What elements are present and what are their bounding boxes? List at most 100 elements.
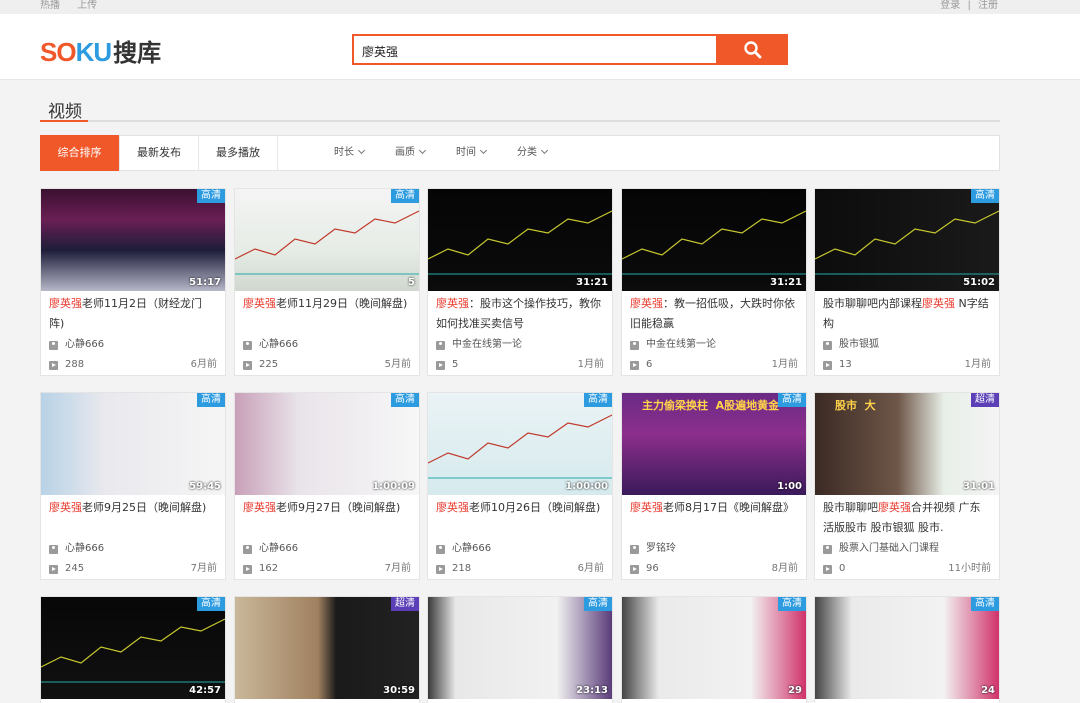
title-highlight: 廖英强 (630, 501, 663, 514)
uploader-name[interactable]: 心静666 (259, 539, 298, 559)
video-title[interactable]: 廖英强老师9月25日（晚间解盘) (41, 495, 225, 539)
video-card[interactable]: 主力偷梁换柱 A股遍地黄金 高清 1:00 廖英强老师8月17日《晚间解盘》 罗铭玲 96… (621, 392, 807, 580)
uploader-name[interactable]: 心静666 (259, 335, 298, 355)
quality-badge: 高清 (391, 189, 419, 203)
video-thumbnail[interactable]: 主力偷梁换柱 A股遍地黄金 高清 1:00 (622, 393, 806, 495)
play-count: 245 (65, 563, 85, 574)
logo-ku: KU (75, 37, 113, 67)
video-card[interactable]: 31:21 廖英强：教一招低吸，大跌时你依旧能稳赢 中金在线第一论 6 1月前 (621, 188, 807, 376)
video-title[interactable]: 廖英强：教一招低吸，大跌时你依旧能稳赢 (622, 291, 806, 335)
video-card[interactable]: 高清 24 (814, 596, 1000, 703)
title-prefix: 股市聊聊吧 (823, 501, 878, 514)
video-thumbnail[interactable]: 高清 1:00:09 (235, 393, 419, 495)
stats-row: 13 1月前 (815, 355, 999, 375)
video-thumbnail[interactable]: 高清 29 (622, 597, 806, 699)
section-divider (40, 120, 1000, 122)
play-count: 96 (646, 563, 659, 574)
uploader-name[interactable]: 股市银狐 (839, 335, 879, 355)
video-card[interactable]: 高清 23:13 (427, 596, 613, 703)
filter-time-label: 时间 (456, 147, 476, 158)
video-thumbnail[interactable]: 31:21 (428, 189, 612, 291)
uploader-name[interactable]: 心静666 (65, 539, 104, 559)
upload-time: 1月前 (577, 359, 604, 370)
video-thumbnail[interactable]: 高清 51:02 (815, 189, 999, 291)
video-thumbnail[interactable]: 31:21 (622, 189, 806, 291)
video-card[interactable]: 31:21 廖英强：股市这个操作技巧，教你如何找准买卖信号 中金在线第一论 5 1月前 (427, 188, 613, 376)
uploader-row: 心静666 (41, 335, 225, 355)
duration-label: 1:00:09 (372, 481, 415, 492)
sort-comprehensive[interactable]: 综合排序 (40, 135, 120, 171)
quality-badge: 高清 (971, 189, 999, 203)
play-count: 218 (452, 563, 472, 574)
sort-latest[interactable]: 最新发布 (120, 135, 199, 171)
uploader-row: 中金在线第一论 (428, 335, 612, 355)
uploader-name[interactable]: 心静666 (452, 539, 491, 559)
play-count-icon (49, 564, 58, 574)
filter-time[interactable]: 时间 (456, 136, 488, 170)
uploader-row: 中金在线第一论 (622, 335, 806, 355)
duration-label: 23:13 (576, 685, 608, 696)
play-count-icon (243, 564, 252, 574)
search-input[interactable]: 廖英强 (352, 34, 718, 65)
video-card[interactable]: 高清 29 (621, 596, 807, 703)
uploader-name[interactable]: 心静666 (65, 335, 104, 355)
video-title[interactable]: 股市聊聊吧廖英强合并视频 广东活版股市 股市银狐 股市. (815, 495, 999, 539)
video-card[interactable]: 超清 30:59 (234, 596, 420, 703)
filter-quality[interactable]: 画质 (395, 136, 427, 170)
uploader-name[interactable]: 罗铭玲 (646, 539, 676, 559)
user-icon (243, 544, 252, 554)
play-count: 162 (259, 563, 279, 574)
video-card[interactable]: 高清 5 廖英强老师11月29日（晚间解盘) 心静666 225 5月前 (234, 188, 420, 376)
video-thumbnail[interactable]: 高清 51:17 (41, 189, 225, 291)
stats-row: 0 11小时前 (815, 559, 999, 579)
video-card[interactable]: 高清 51:02 股市聊聊吧内部课程廖英强 N字结构 股市银狐 13 1月前 (814, 188, 1000, 376)
uploader-name[interactable]: 中金在线第一论 (646, 335, 716, 355)
upload-time: 11小时前 (948, 563, 991, 574)
video-thumbnail[interactable]: 高清 24 (815, 597, 999, 699)
filter-category[interactable]: 分类 (517, 136, 549, 170)
video-thumbnail[interactable]: 高清 5 (235, 189, 419, 291)
video-thumbnail[interactable]: 股市 大 超清 31:01 (815, 393, 999, 495)
filter-duration[interactable]: 时长 (334, 136, 366, 170)
topbar-link-hot[interactable]: 热播 (40, 0, 60, 11)
search-button[interactable] (717, 34, 788, 65)
video-card[interactable]: 股市 大 超清 31:01 股市聊聊吧廖英强合并视频 广东活版股市 股市银狐 股市. 股… (814, 392, 1000, 580)
upload-time: 8月前 (771, 563, 798, 574)
search-icon (743, 40, 761, 58)
stats-row: 162 7月前 (235, 559, 419, 579)
video-card[interactable]: 高清 42:57 (40, 596, 226, 703)
uploader-name[interactable]: 股票入门基础入门课程 (839, 539, 939, 559)
chart-graphic (622, 210, 806, 275)
filter-quality-label: 画质 (395, 147, 415, 158)
video-card[interactable]: 高清 59:45 廖英强老师9月25日（晚间解盘) 心静666 245 7月前 (40, 392, 226, 580)
video-title[interactable]: 廖英强老师10月26日（晚间解盘) (428, 495, 612, 539)
filter-duration-label: 时长 (334, 147, 354, 158)
video-thumbnail[interactable]: 高清 1:00:00 (428, 393, 612, 495)
video-title[interactable]: 廖英强老师11月2日（财经龙门阵) (41, 291, 225, 335)
video-card[interactable]: 高清 1:00:00 廖英强老师10月26日（晚间解盘) 心静666 218 6月前 (427, 392, 613, 580)
video-thumbnail[interactable]: 高清 59:45 (41, 393, 225, 495)
duration-label: 51:02 (963, 277, 995, 288)
duration-label: 30:59 (383, 685, 415, 696)
login-link[interactable]: 登录 (940, 0, 960, 11)
title-text: 老师9月27日（晚间解盘) (276, 501, 401, 514)
register-link[interactable]: 注册 (978, 0, 998, 11)
play-count: 6 (646, 359, 653, 370)
video-thumbnail[interactable]: 高清 23:13 (428, 597, 612, 699)
video-title[interactable]: 廖英强老师11月29日（晚间解盘) (235, 291, 419, 335)
results-area: 视频 综合排序 最新发布 最多播放 时长 画质 时间 分类 高清 51:17 廖英强… (0, 81, 1080, 703)
soku-logo[interactable]: SOKU搜库 (40, 33, 161, 68)
video-card[interactable]: 高清 1:00:09 廖英强老师9月27日（晚间解盘) 心静666 162 7月前 (234, 392, 420, 580)
uploader-name[interactable]: 中金在线第一论 (452, 335, 522, 355)
topbar-link-upload[interactable]: 上传 (77, 0, 97, 11)
video-thumbnail[interactable]: 高清 42:57 (41, 597, 225, 699)
video-title[interactable]: 廖英强：股市这个操作技巧，教你如何找准买卖信号 (428, 291, 612, 335)
stats-row: 5 1月前 (428, 355, 612, 375)
video-title[interactable]: 廖英强老师8月17日《晚间解盘》 (622, 495, 806, 539)
video-title[interactable]: 股市聊聊吧内部课程廖英强 N字结构 (815, 291, 999, 335)
chevron-down-icon (540, 146, 549, 155)
sort-most-played[interactable]: 最多播放 (199, 135, 278, 171)
video-title[interactable]: 廖英强老师9月27日（晚间解盘) (235, 495, 419, 539)
video-card[interactable]: 高清 51:17 廖英强老师11月2日（财经龙门阵) 心静666 288 6月前 (40, 188, 226, 376)
video-thumbnail[interactable]: 超清 30:59 (235, 597, 419, 699)
